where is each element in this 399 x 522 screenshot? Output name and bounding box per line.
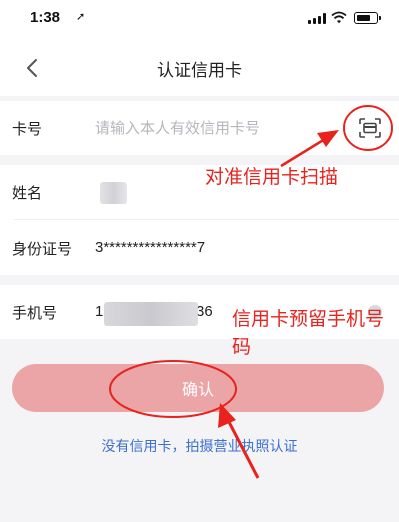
phone-value-masked bbox=[104, 302, 198, 326]
card-scan-icon[interactable] bbox=[359, 118, 381, 138]
page-title: 认证信用卡 bbox=[157, 61, 242, 81]
card-number-row: 卡号 bbox=[0, 101, 399, 155]
phone-value-suffix: 36 bbox=[196, 303, 213, 320]
id-number-label: 身份证号 bbox=[12, 240, 73, 258]
location-arrow-icon: ➚ bbox=[76, 10, 86, 23]
id-number-value: 3****************7 bbox=[95, 239, 206, 256]
name-label: 姓名 bbox=[12, 184, 43, 202]
scan-hint-annotation: 对准信用卡扫描 bbox=[205, 166, 339, 188]
battery-icon bbox=[354, 12, 381, 24]
status-bar: 1:38 ➚ bbox=[0, 0, 399, 40]
cellular-signal-icon bbox=[308, 13, 326, 24]
nav-bar: 认证信用卡 bbox=[0, 40, 399, 96]
confirm-button[interactable]: 确认 bbox=[12, 364, 384, 412]
divider bbox=[14, 219, 399, 220]
card-number-label: 卡号 bbox=[12, 120, 43, 138]
phone-hint-annotation: 信用卡预留手机号码 bbox=[232, 308, 385, 358]
name-value-masked bbox=[100, 182, 127, 204]
status-time: 1:38 bbox=[30, 9, 61, 26]
business-license-link[interactable]: 没有信用卡，拍摄营业执照认证 bbox=[0, 436, 399, 456]
card-number-input[interactable] bbox=[95, 117, 335, 139]
phone-label: 手机号 bbox=[12, 304, 58, 322]
wifi-icon bbox=[331, 11, 347, 24]
identity-group: 姓名 身份证号 3****************7 bbox=[0, 165, 399, 275]
phone-value-prefix: 1 bbox=[95, 303, 104, 320]
